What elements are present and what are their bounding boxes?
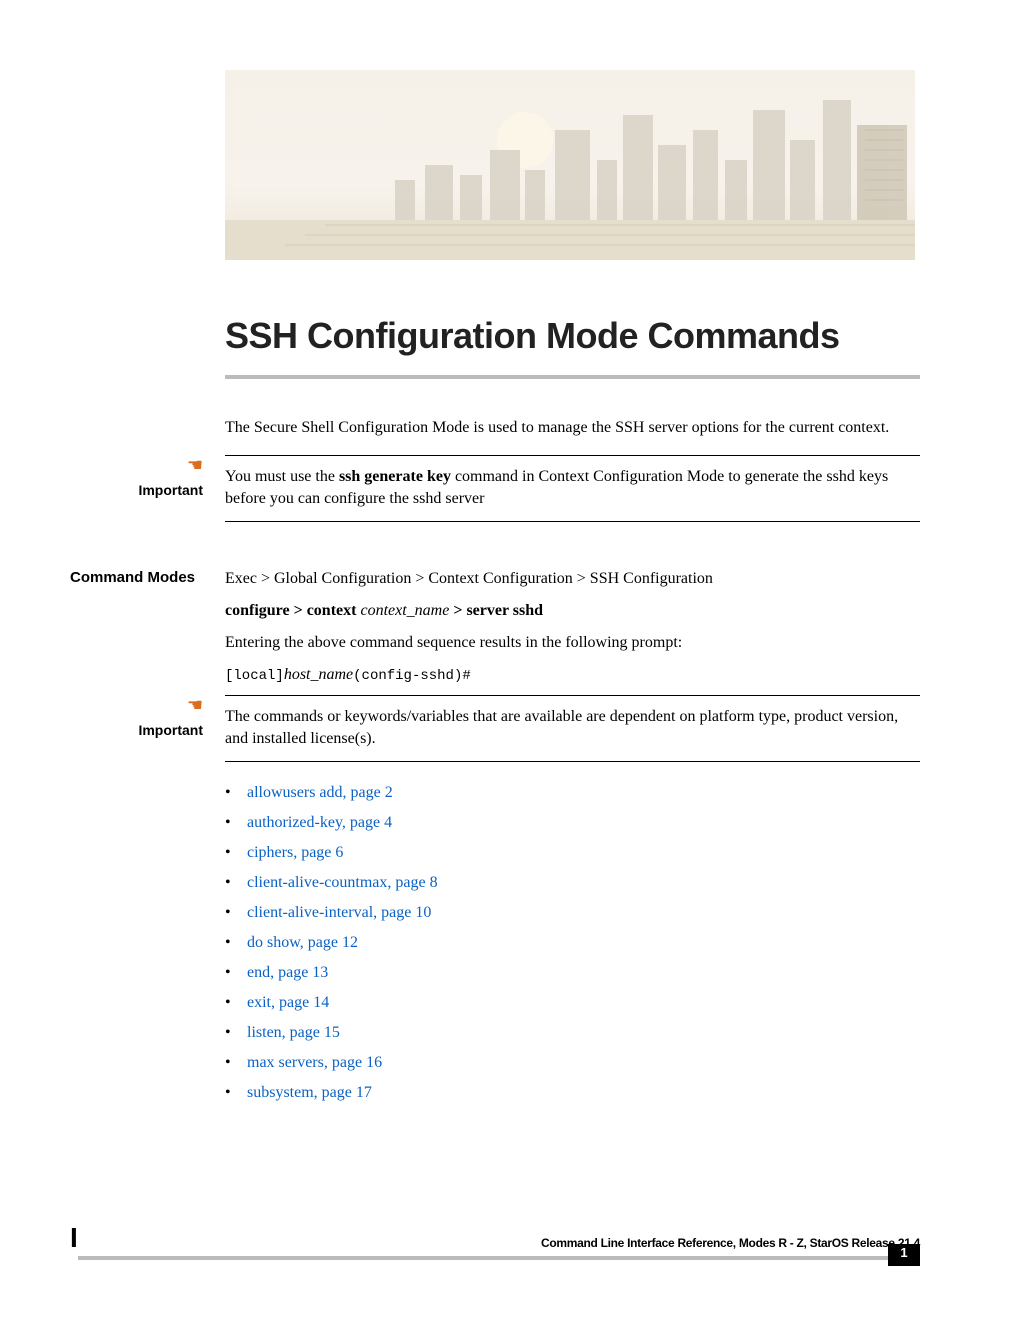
list-item: •exit, page 14: [225, 994, 920, 1012]
bullet: •: [225, 904, 247, 922]
command-modes-label: Command Modes: [70, 567, 225, 586]
bullet: •: [225, 844, 247, 862]
important-label: Important: [70, 722, 203, 738]
note-bottom-rule: [225, 761, 920, 762]
note-text: You must use the ssh generate key comman…: [225, 466, 920, 509]
bullet: •: [225, 1054, 247, 1072]
footer-rule: 1: [78, 1256, 920, 1260]
important-note-2: ☛ Important The commands or keywords/var…: [70, 695, 920, 762]
note1-bold: ssh generate key: [339, 468, 451, 485]
config-command: configure > context context_name > serve…: [225, 599, 920, 623]
important-note-1: ☛ Important You must use the ssh generat…: [70, 455, 920, 522]
cfg-prefix: configure > context: [225, 602, 360, 619]
list-item: •client-alive-interval, page 10: [225, 904, 920, 922]
list-item: •do show, page 12: [225, 934, 920, 952]
intro-paragraph: The Secure Shell Configuration Mode is u…: [225, 419, 920, 437]
command-modes-body: Exec > Global Configuration > Context Co…: [225, 567, 920, 687]
title-underline: [225, 375, 920, 379]
note-body: The commands or keywords/variables that …: [225, 695, 920, 762]
pointing-hand-icon: ☛: [187, 455, 203, 476]
bullet: •: [225, 1084, 247, 1102]
note-body: You must use the ssh generate key comman…: [225, 455, 920, 522]
page-content: SSH Configuration Mode Commands The Secu…: [0, 0, 1020, 1102]
footer-right: Command Line Interface Reference, Modes …: [78, 1236, 920, 1260]
oldoc-mark: I: [70, 1222, 78, 1260]
toc-link-ciphers[interactable]: ciphers, page 6: [247, 844, 343, 861]
bullet: •: [225, 814, 247, 832]
prompt-local: [local]: [225, 668, 284, 684]
list-item: •authorized-key, page 4: [225, 814, 920, 832]
cfg-var: context_name: [360, 602, 449, 619]
toc-link-exit[interactable]: exit, page 14: [247, 994, 329, 1011]
cfg-suffix: > server sshd: [449, 602, 543, 619]
important-label: Important: [70, 482, 203, 498]
chapter-title: SSH Configuration Mode Commands: [225, 315, 920, 357]
toc-link-subsystem[interactable]: subsystem, page 17: [247, 1084, 372, 1101]
prompt-host: host_name: [284, 666, 353, 683]
page-number: 1: [888, 1244, 920, 1260]
bullet: •: [225, 1024, 247, 1042]
list-item: •max servers, page 16: [225, 1054, 920, 1072]
note-label-column: ☛ Important: [70, 455, 225, 498]
note-top-rule: [225, 695, 920, 696]
prompt-example: [local]host_name(config-sshd)#: [225, 663, 920, 687]
banner-image: [225, 70, 920, 265]
list-item: •listen, page 15: [225, 1024, 920, 1042]
breadcrumb: Exec > Global Configuration > Context Co…: [225, 567, 920, 591]
toc-link-allowusers[interactable]: allowusers add, page 2: [247, 784, 393, 801]
bullet: •: [225, 994, 247, 1012]
page-footer: I Command Line Interface Reference, Mode…: [70, 1222, 920, 1260]
list-item: •ciphers, page 6: [225, 844, 920, 862]
list-item: •subsystem, page 17: [225, 1084, 920, 1102]
toc-list: •allowusers add, page 2 •authorized-key,…: [225, 784, 920, 1102]
toc-link-do-show[interactable]: do show, page 12: [247, 934, 358, 951]
pointing-hand-icon: ☛: [187, 695, 203, 716]
bullet: •: [225, 784, 247, 802]
cityscape-illustration: [225, 70, 915, 260]
bullet: •: [225, 934, 247, 952]
note1-prefix: You must use the: [225, 468, 339, 485]
bullet: •: [225, 874, 247, 892]
footer-doc-title: Command Line Interface Reference, Modes …: [78, 1236, 920, 1250]
toc-link-max-servers[interactable]: max servers, page 16: [247, 1054, 382, 1071]
command-modes-section: Command Modes Exec > Global Configuratio…: [70, 567, 920, 687]
list-item: •client-alive-countmax, page 8: [225, 874, 920, 892]
note-label-column: ☛ Important: [70, 695, 225, 738]
bullet: •: [225, 964, 247, 982]
prompt-tail: (config-sshd)#: [353, 668, 471, 684]
toc-link-authorized-key[interactable]: authorized-key, page 4: [247, 814, 392, 831]
note-bottom-rule: [225, 521, 920, 522]
toc-link-end[interactable]: end, page 13: [247, 964, 328, 981]
note-top-rule: [225, 455, 920, 456]
note-text: The commands or keywords/variables that …: [225, 706, 920, 749]
toc-link-client-alive-countmax[interactable]: client-alive-countmax, page 8: [247, 874, 438, 891]
toc-link-client-alive-interval[interactable]: client-alive-interval, page 10: [247, 904, 431, 921]
list-item: •end, page 13: [225, 964, 920, 982]
toc-link-listen[interactable]: listen, page 15: [247, 1024, 340, 1041]
list-item: •allowusers add, page 2: [225, 784, 920, 802]
prompt-intro: Entering the above command sequence resu…: [225, 631, 920, 655]
